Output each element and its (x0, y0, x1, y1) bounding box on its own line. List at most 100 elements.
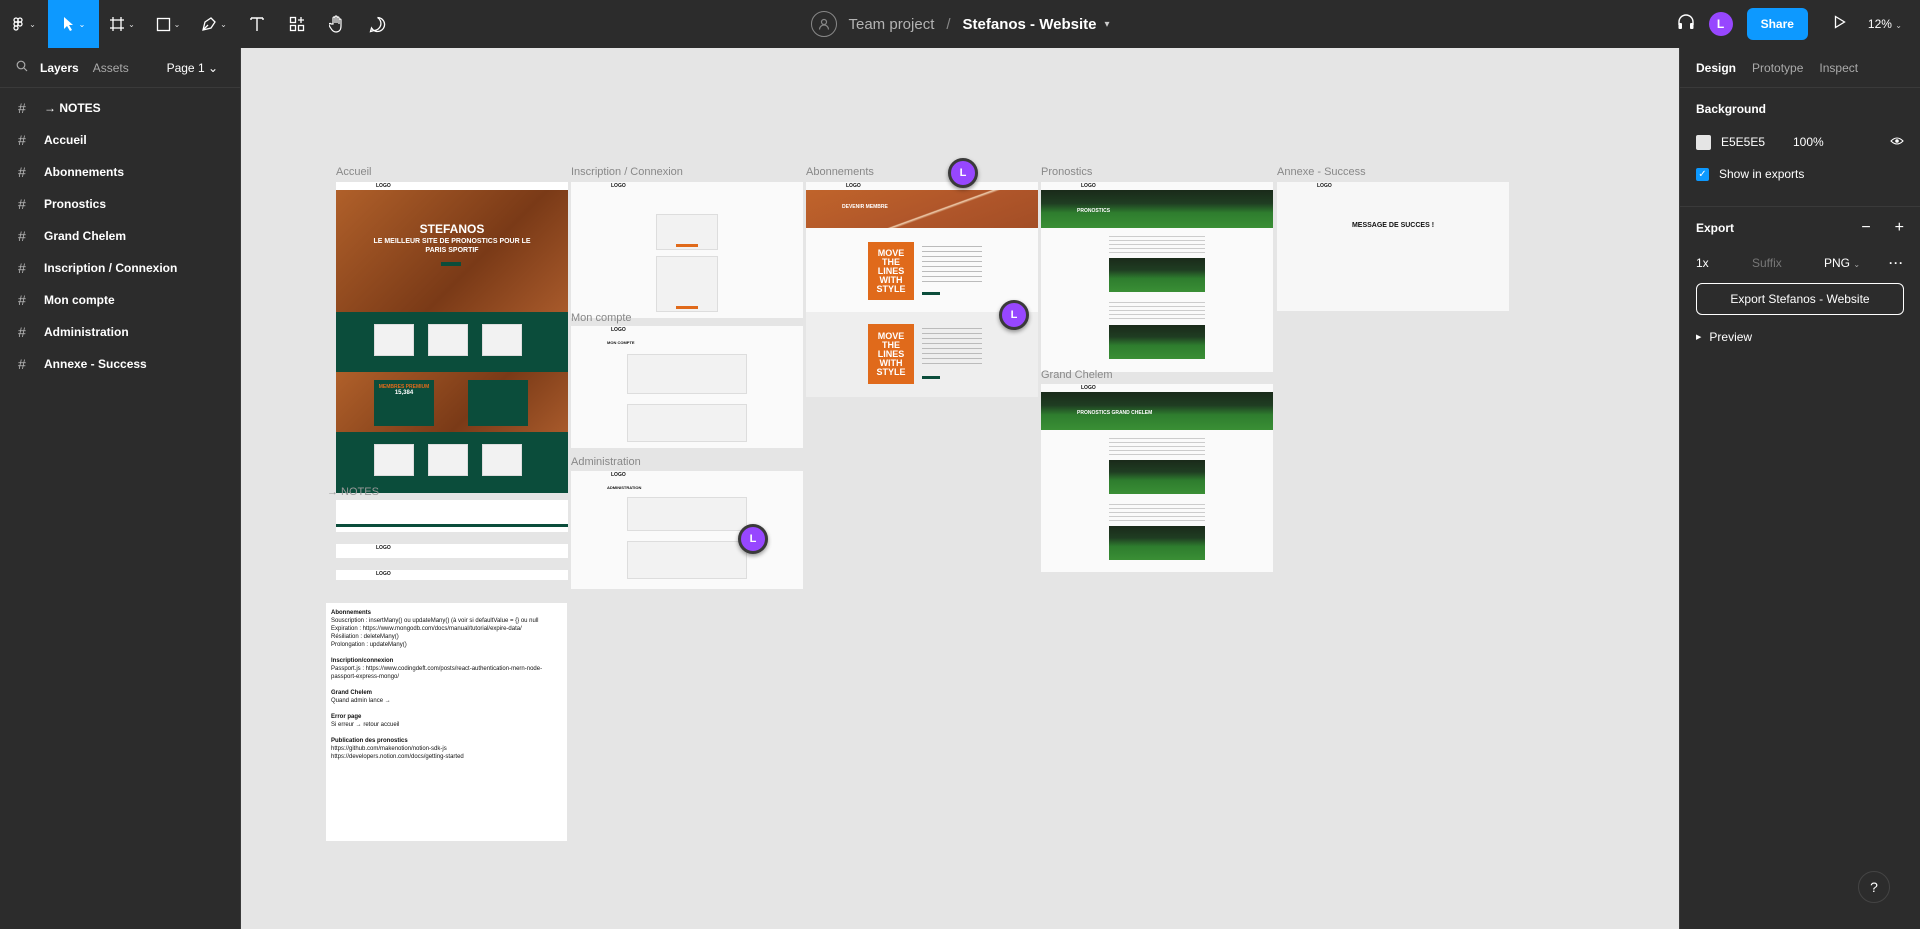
tab-prototype[interactable]: Prototype (1752, 61, 1803, 75)
frame-label-annexe[interactable]: Annexe - Success (1277, 166, 1366, 178)
layer-accueil[interactable]: # Accueil (0, 124, 240, 156)
mini-card (482, 324, 522, 356)
mini-logo: LOGO (1081, 183, 1096, 189)
comment-tool-button[interactable] (357, 0, 397, 48)
cards-section (336, 312, 568, 372)
layer-pronostics[interactable]: # Pronostics (0, 188, 240, 220)
hand-tool-button[interactable] (317, 0, 357, 48)
canvas[interactable]: Accueil LOGO STEFANOS LE MEILLEUR SITE D… (241, 48, 1679, 929)
text-tool-button[interactable] (237, 0, 277, 48)
pen-tool-button[interactable]: ⌄ (191, 0, 237, 48)
frame-note-small[interactable] (336, 500, 568, 532)
audio-button[interactable] (1677, 13, 1695, 36)
mini-logo: LOGO (611, 183, 626, 189)
show-in-exports-checkbox[interactable]: ✓ (1696, 167, 1709, 181)
more-options-icon[interactable]: ··· (1889, 256, 1904, 270)
background-swatch[interactable] (1696, 134, 1711, 150)
frame-label-accueil[interactable]: Accueil (336, 166, 371, 178)
layer-abonnements[interactable]: # Abonnements (0, 156, 240, 188)
account-form (627, 354, 747, 394)
share-button[interactable]: Share (1746, 8, 1808, 40)
note-title: Grand Chelem (331, 690, 373, 696)
frame-label-administration[interactable]: Administration (571, 456, 641, 468)
minus-icon[interactable]: − (1861, 219, 1870, 237)
tab-design[interactable]: Design (1696, 61, 1736, 75)
layer-mon-compte[interactable]: # Mon compte (0, 284, 240, 316)
tab-layers[interactable]: Layers (40, 61, 79, 75)
frame-label-grand-chelem[interactable]: Grand Chelem (1041, 369, 1113, 381)
layer-label: Mon compte (44, 293, 115, 307)
frame-label-notes[interactable]: → NOTES (327, 486, 379, 498)
layer-inscription[interactable]: # Inscription / Connexion (0, 252, 240, 284)
design-panel: Design Prototype Inspect Background E5E5… (1679, 48, 1920, 929)
page-selector[interactable]: Page 1 ⌄ (167, 61, 218, 75)
layer-annexe-success[interactable]: # Annexe - Success (0, 348, 240, 380)
frame-tool-button[interactable]: ⌄ (99, 0, 145, 48)
export-button[interactable]: Export Stefanos - Website (1696, 283, 1904, 315)
prono-text (1109, 302, 1205, 320)
pronostics-title: PRONOSTICS (1077, 208, 1111, 214)
file-name[interactable]: Stefanos - Website (963, 16, 1097, 33)
frame-icon: # (18, 324, 26, 340)
team-avatar-icon[interactable] (810, 11, 837, 37)
frame-icon: # (18, 260, 26, 276)
export-scale[interactable]: 1x (1696, 256, 1752, 270)
background-hex[interactable]: E5E5E5 (1721, 135, 1793, 149)
frame-note-small[interactable]: LOGO (336, 570, 568, 580)
user-avatar[interactable]: L (1708, 12, 1733, 36)
mini-card (428, 324, 468, 356)
note-line: Quand admin lance → (331, 698, 391, 704)
frame-pronostics[interactable]: LOGO PRONOSTICS (1041, 182, 1273, 372)
note-title: Publication des pronostics (331, 738, 408, 744)
layer-label: Pronostics (44, 197, 107, 211)
layer-administration[interactable]: # Administration (0, 316, 240, 348)
mini-nav: LOGO (336, 182, 568, 190)
frame-abonnements[interactable]: LOGO DEVENIR MEMBRE MOVE THE LINES WITH … (806, 182, 1038, 397)
export-suffix-input[interactable]: Suffix (1752, 256, 1824, 270)
mini-logo: LOGO (376, 571, 391, 577)
zoom-dropdown[interactable]: 12% ⌄ (1868, 17, 1902, 31)
mini-nav: LOGO (1041, 384, 1273, 392)
layer-label: Abonnements (44, 165, 125, 179)
help-button[interactable]: ? (1858, 871, 1890, 903)
chevron-down-icon[interactable]: ▾ (1104, 19, 1109, 30)
frame-accueil[interactable]: LOGO STEFANOS LE MEILLEUR SITE DE PRONOS… (336, 182, 568, 493)
search-icon[interactable] (16, 60, 28, 75)
layer-label: Inscription / Connexion (44, 261, 178, 275)
resources-tool-button[interactable] (277, 0, 317, 48)
frame-administration[interactable]: LOGO ADMINISTRATION (571, 471, 803, 589)
prono-image (1109, 325, 1205, 359)
frame-inscription[interactable]: LOGO (571, 182, 803, 318)
move-tool-button[interactable]: ⌄ (48, 0, 99, 48)
tab-inspect[interactable]: Inspect (1819, 61, 1858, 75)
tab-assets[interactable]: Assets (93, 61, 129, 75)
notes-frame[interactable]: Abonnements Souscription : insertMany() … (326, 603, 567, 841)
frame-label-inscription[interactable]: Inscription / Connexion (571, 166, 683, 178)
plus-icon[interactable]: + (1895, 219, 1904, 237)
prono-text (1109, 236, 1205, 254)
frame-grand-chelem[interactable]: LOGO PRONOSTICS GRAND CHELEM (1041, 384, 1273, 572)
note-title: Error page (331, 714, 362, 720)
frame-mon-compte[interactable]: LOGO MON COMPTE (571, 326, 803, 448)
present-button[interactable] (1834, 14, 1846, 34)
background-opacity[interactable]: 100% (1793, 135, 1824, 149)
frame-label-pronostics[interactable]: Pronostics (1041, 166, 1092, 178)
signup-form (656, 256, 718, 312)
cards-section (336, 432, 568, 493)
layer-notes[interactable]: # → NOTES (0, 92, 240, 124)
frame-annexe-success[interactable]: LOGO MESSAGE DE SUCCES ! (1277, 182, 1509, 311)
note-line: Passport.js : https://www.codingdeft.com… (331, 666, 543, 680)
frame-label-mon-compte[interactable]: Mon compte (571, 312, 632, 324)
preview-row[interactable]: ▶ Preview (1696, 325, 1904, 349)
main-menu-button[interactable]: ⌄ (0, 0, 48, 48)
text-icon (250, 17, 264, 31)
export-section: Export − + 1x Suffix PNG ⌄ ··· Export St… (1680, 207, 1920, 369)
layer-grand-chelem[interactable]: # Grand Chelem (0, 220, 240, 252)
frame-note-small[interactable]: LOGO (336, 544, 568, 558)
team-name[interactable]: Team project (849, 16, 935, 33)
export-format-select[interactable]: PNG ⌄ (1824, 256, 1860, 270)
frame-label-abonnements[interactable]: Abonnements (806, 166, 874, 178)
shape-tool-button[interactable]: ⌄ (145, 0, 191, 48)
mini-nav: LOGO (336, 544, 568, 552)
eye-icon[interactable] (1890, 135, 1904, 149)
